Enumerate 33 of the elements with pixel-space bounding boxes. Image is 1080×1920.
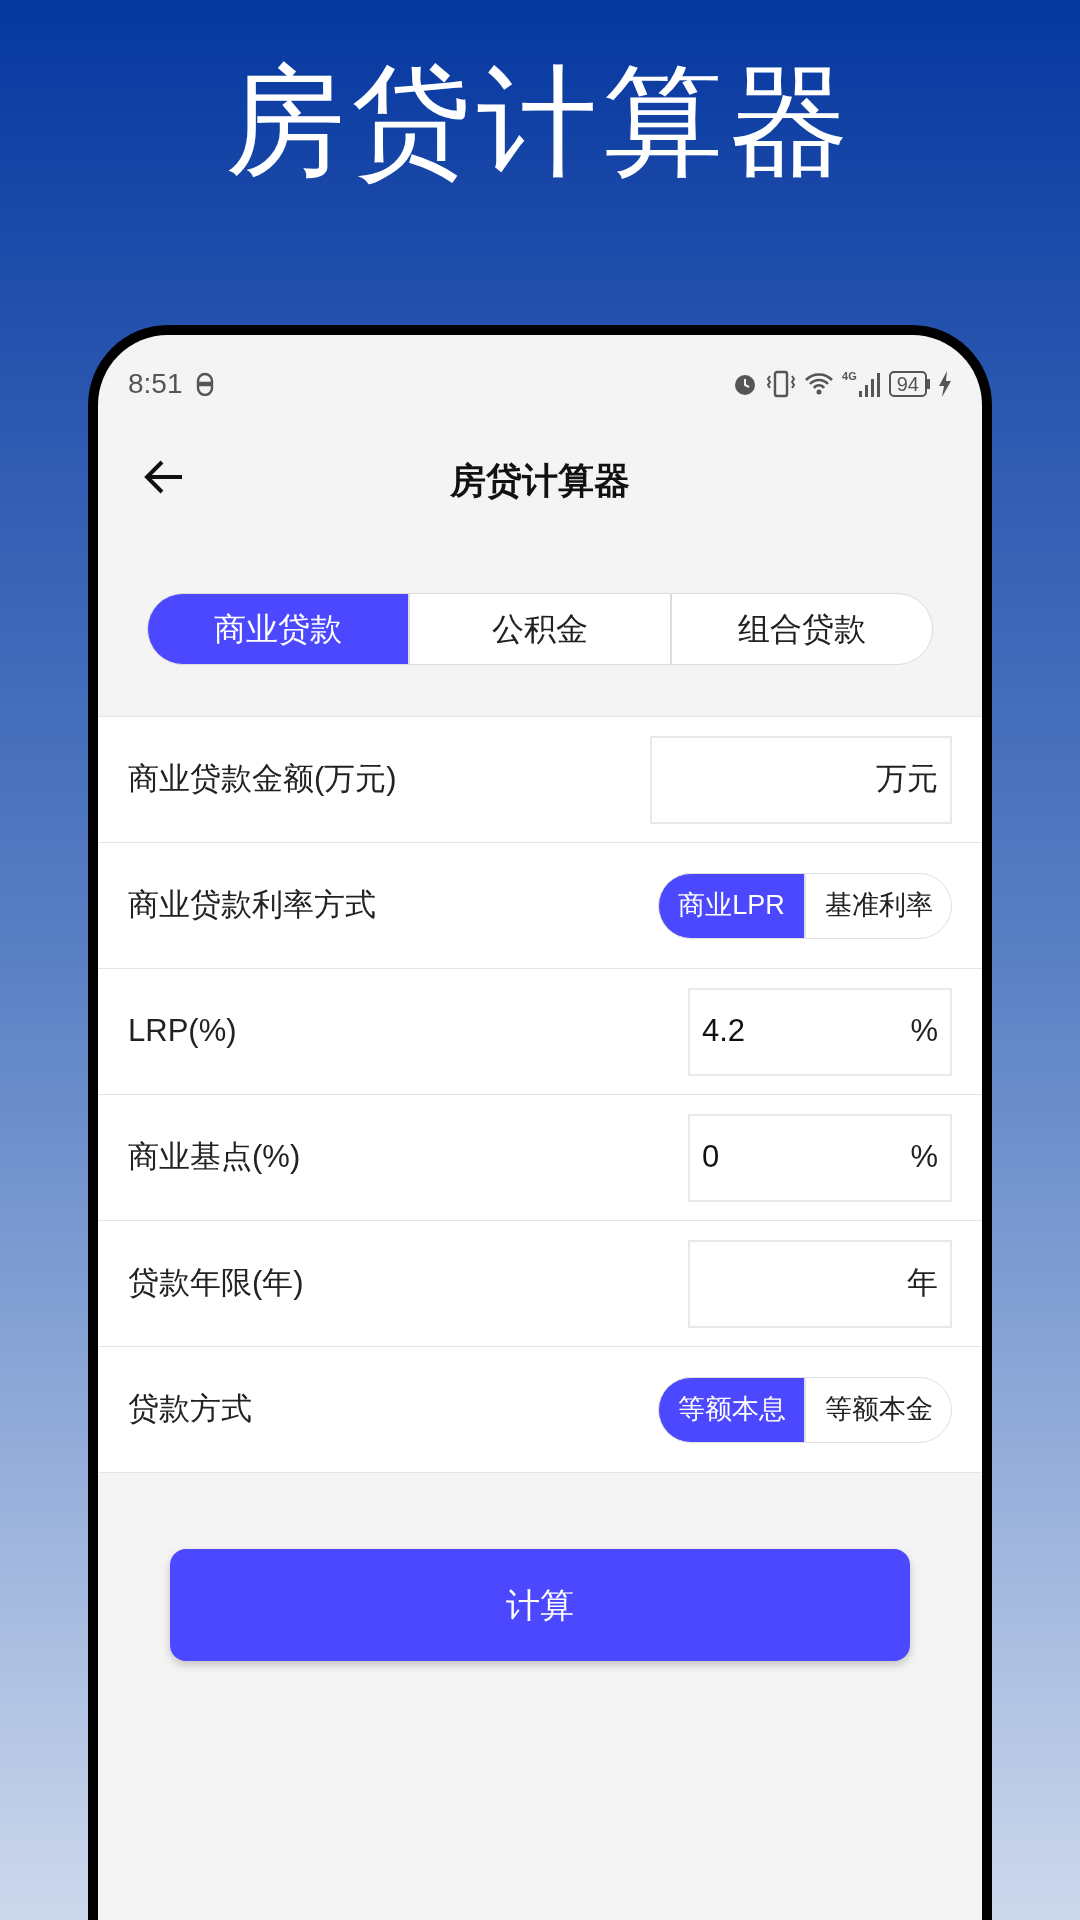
loan-type-tab[interactable]: 公积金	[409, 593, 671, 665]
loan-type-tab[interactable]: 组合贷款	[671, 593, 933, 665]
input-field[interactable]: 万元	[650, 735, 952, 824]
input-field[interactable]: 0 %	[688, 1113, 952, 1202]
option-toggle[interactable]: 商业LPR	[658, 872, 805, 939]
calculate-button[interactable]: 计算	[170, 1549, 910, 1661]
back-button[interactable]	[144, 459, 184, 495]
unit-label: %	[910, 1138, 938, 1177]
field-label: 贷款年限(年)	[128, 1264, 304, 1303]
field-label: 商业贷款金额(万元)	[128, 760, 397, 799]
option-toggle[interactable]: 等额本息	[658, 1376, 805, 1443]
signal-icon	[858, 371, 881, 397]
unit-label: 年	[907, 1264, 938, 1303]
battery-icon: 94	[888, 371, 930, 397]
vibrate-icon	[766, 370, 797, 398]
field-label: 商业贷款利率方式	[128, 886, 376, 925]
input-field[interactable]: 年	[688, 1239, 952, 1328]
network-type: 4G	[842, 371, 857, 382]
charging-icon	[938, 371, 952, 397]
input-field[interactable]: 4.2 %	[688, 987, 952, 1076]
field-label: LRP(%)	[128, 1012, 237, 1051]
option-toggle[interactable]: 基准利率	[805, 872, 952, 939]
status-time: 8:51	[128, 367, 183, 401]
unit-label: %	[910, 1012, 938, 1051]
loan-type-tab[interactable]: 商业贷款	[147, 593, 409, 665]
field-label: 贷款方式	[128, 1390, 252, 1429]
unit-label: 万元	[876, 760, 938, 799]
wifi-icon	[804, 371, 835, 397]
field-label: 商业基点(%)	[128, 1138, 301, 1177]
page-title: 房贷计算器	[450, 459, 630, 503]
back-arrow-icon	[144, 459, 184, 495]
option-toggle[interactable]: 等额本金	[805, 1376, 952, 1443]
headline: 房贷计算器	[225, 52, 855, 192]
